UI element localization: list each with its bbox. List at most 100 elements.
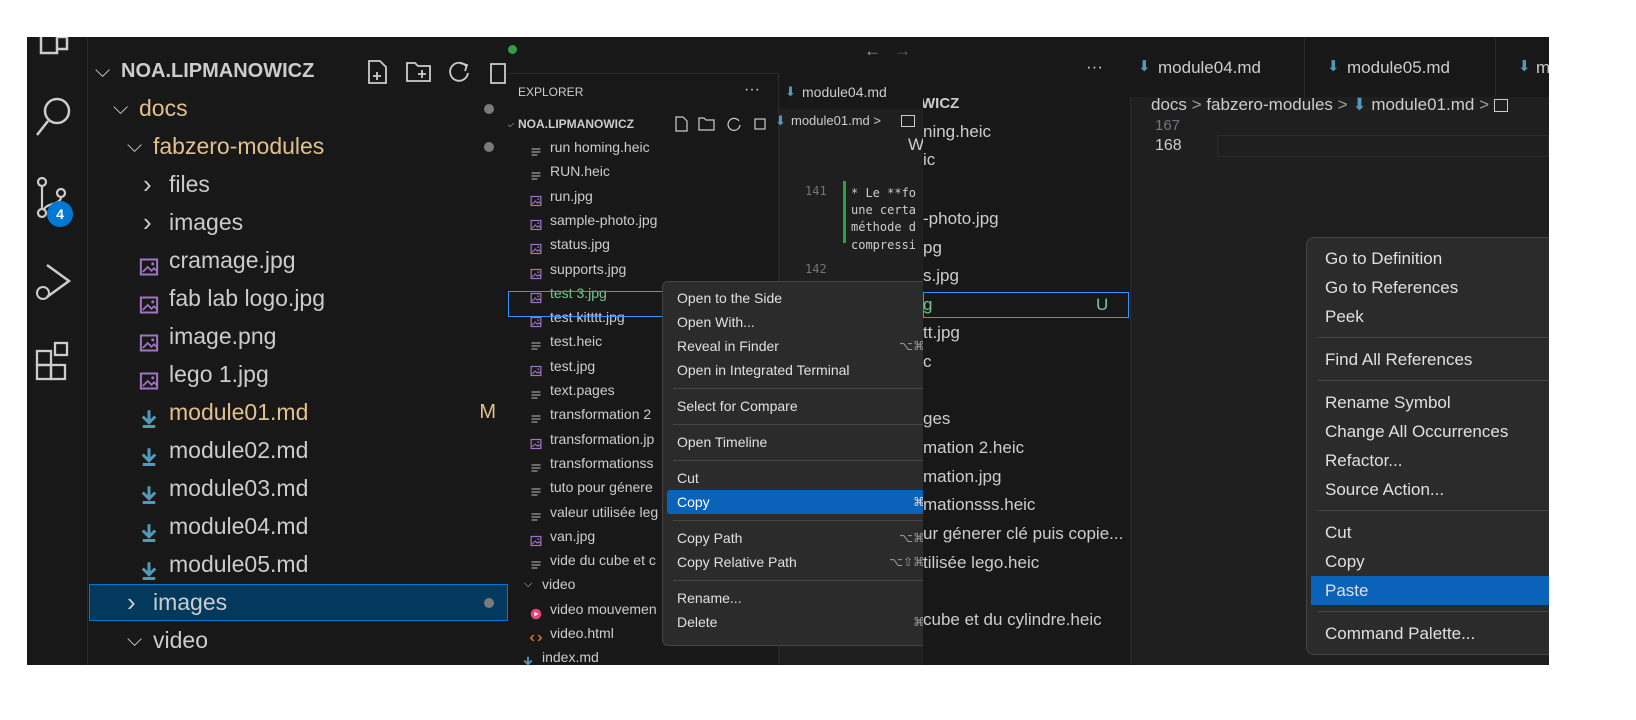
file-row[interactable]: module02.md (89, 432, 508, 469)
more-actions-icon[interactable]: ··· (1086, 57, 1103, 77)
menu-item[interactable]: Select for Compare (667, 394, 923, 418)
breadcrumb[interactable]: docs > fabzero-modules > ⬇ module01.md > (1151, 95, 1549, 119)
file-row[interactable]: status.jpg (508, 232, 778, 256)
breadcrumb-separator: > (1479, 95, 1494, 114)
menu-item[interactable]: Paste (1311, 576, 1549, 605)
menu-item-label: Copy Path (677, 530, 743, 546)
text-file-icon (530, 457, 542, 472)
file-row[interactable]: run.jpg (508, 184, 778, 208)
editor-tab-bar: ⬇ module04.md ⬇ module05.md ⬇ m (1130, 37, 1549, 97)
folder-row[interactable]: › files (89, 166, 508, 203)
line-number-current: 168 (1155, 137, 1182, 154)
modified-dot (484, 104, 494, 114)
menu-item[interactable]: Go to References (1311, 273, 1549, 302)
menu-item[interactable]: Go to Definition (1311, 244, 1549, 273)
collapse-all-icon[interactable] (752, 116, 768, 132)
explorer-root-header[interactable]: ⌵ NOA.LIPMANOWICZ (508, 113, 778, 135)
menu-item[interactable]: Copy Path ⌥⌘ (667, 526, 923, 550)
tab-module04[interactable]: ⬇ module04.md (1130, 37, 1305, 97)
row-label: module03.md (169, 475, 309, 501)
file-label: tuto pour génere (550, 479, 653, 496)
collapse-all-icon[interactable] (487, 59, 507, 85)
refresh-icon[interactable] (447, 59, 471, 85)
menu-item[interactable]: Copy Relative Path ⌥⇧⌘ (667, 550, 923, 574)
tab-module05[interactable]: ⬇ module05.md (1305, 37, 1496, 97)
breadcrumb-folder[interactable]: fabzero-modules (1206, 95, 1333, 114)
explorer-icon[interactable] (37, 37, 71, 59)
row-label: module01.md (169, 399, 309, 425)
file-label-partial: mation.jpg (923, 467, 1002, 486)
file-row[interactable]: supports.jpg (508, 257, 778, 281)
menu-item[interactable]: Command Palette... (1311, 619, 1549, 648)
tab-partial[interactable]: ⬇ m (1496, 37, 1549, 97)
menu-item-label: Rename... (677, 590, 742, 606)
file-row[interactable]: module04.md (89, 508, 508, 545)
file-row[interactable]: index.md (508, 645, 778, 665)
more-actions-icon[interactable]: ··· (744, 81, 760, 99)
new-file-icon[interactable] (674, 116, 690, 132)
file-row[interactable]: RUN.heic (508, 159, 778, 183)
file-row[interactable]: module05.md (89, 546, 508, 583)
file-row[interactable]: run homing.heic (508, 135, 778, 159)
folder-row[interactable]: › images (89, 584, 508, 621)
navigate-forward-icon[interactable]: → (894, 41, 911, 61)
file-row[interactable]: cramage.jpg (89, 242, 508, 279)
menu-item[interactable]: Open in Integrated Terminal (667, 358, 923, 382)
refresh-icon[interactable] (726, 116, 742, 132)
file-row[interactable]: module01.md M (89, 394, 508, 431)
row-label: fabzero-modules (153, 133, 325, 159)
breadcrumb-file[interactable]: module01.md (1371, 95, 1474, 114)
menu-item[interactable]: Source Action... (1311, 475, 1549, 504)
menu-item[interactable]: Change All Occurrences (1311, 417, 1549, 446)
menu-item[interactable]: Rename Symbol (1311, 388, 1549, 417)
row-label: video (153, 627, 208, 653)
new-folder-icon[interactable] (698, 116, 716, 132)
file-row[interactable]: sample-photo.jpg (508, 208, 778, 232)
markdown-file-icon (522, 651, 534, 665)
symbol-icon (1493, 99, 1508, 113)
menu-item[interactable]: Open Timeline (667, 430, 923, 454)
file-label-partial: ning.heic (923, 122, 992, 141)
menu-item[interactable]: Cut (1311, 518, 1549, 547)
folder-row[interactable]: › images (89, 204, 508, 241)
markdown-file-icon (139, 555, 159, 580)
explorer-root-header[interactable]: ⌵ NOA.LIPMANOWICZ (89, 53, 508, 90)
menu-item[interactable]: Open With... (667, 310, 923, 334)
menu-item[interactable]: Copy ⌘ (667, 490, 923, 514)
menu-item[interactable]: Copy (1311, 547, 1549, 576)
folder-row[interactable]: ⌵ fabzero-modules (89, 128, 508, 165)
breadcrumb[interactable]: ⬇ module01.md > (775, 111, 923, 131)
menu-item[interactable]: Refactor... (1311, 446, 1549, 475)
right-editor-screenshot: ··· WICZ ning.heic ic -photo.jpg pg s.jpg g Ut… (923, 37, 1549, 665)
new-file-icon[interactable] (366, 59, 390, 85)
image-file-icon (139, 365, 159, 390)
file-row[interactable]: module03.md (89, 470, 508, 507)
file-row[interactable]: lego 1.jpg (89, 356, 508, 393)
file-label: supports.jpg (550, 260, 627, 277)
menu-item[interactable]: Peek (1311, 302, 1549, 331)
menu-item[interactable]: Cut (667, 466, 923, 490)
new-folder-icon[interactable] (405, 59, 433, 85)
file-label-partial: tilisée lego.heic (923, 553, 1040, 572)
file-label-partial: tt.jpg (923, 323, 960, 342)
menu-item[interactable]: Find All References (1311, 345, 1549, 374)
text-file-icon (530, 506, 542, 521)
markdown-file-icon (139, 517, 159, 542)
run-debug-icon[interactable] (33, 259, 73, 305)
menu-item[interactable]: Open to the Side (667, 286, 923, 310)
menu-shortcut: ⌥⌘ (899, 531, 923, 545)
menu-separator (673, 424, 923, 425)
file-row[interactable]: image.png (89, 318, 508, 355)
folder-row[interactable]: ⌵ docs (89, 90, 508, 127)
menu-item[interactable]: Delete ⌘ (667, 610, 923, 634)
menu-item[interactable]: Rename... (667, 586, 923, 610)
image-file-icon (530, 360, 542, 376)
tab-module04[interactable]: module04.md (802, 84, 887, 100)
search-icon[interactable] (33, 95, 73, 139)
file-row[interactable]: fab lab logo.jpg (89, 280, 508, 317)
folder-row[interactable]: ⌵ video (89, 622, 508, 659)
navigate-back-icon[interactable]: ← (864, 41, 881, 61)
breadcrumb-docs[interactable]: docs (1151, 95, 1187, 114)
menu-item[interactable]: Reveal in Finder ⌥⌘ (667, 334, 923, 358)
extensions-icon[interactable] (33, 337, 73, 383)
